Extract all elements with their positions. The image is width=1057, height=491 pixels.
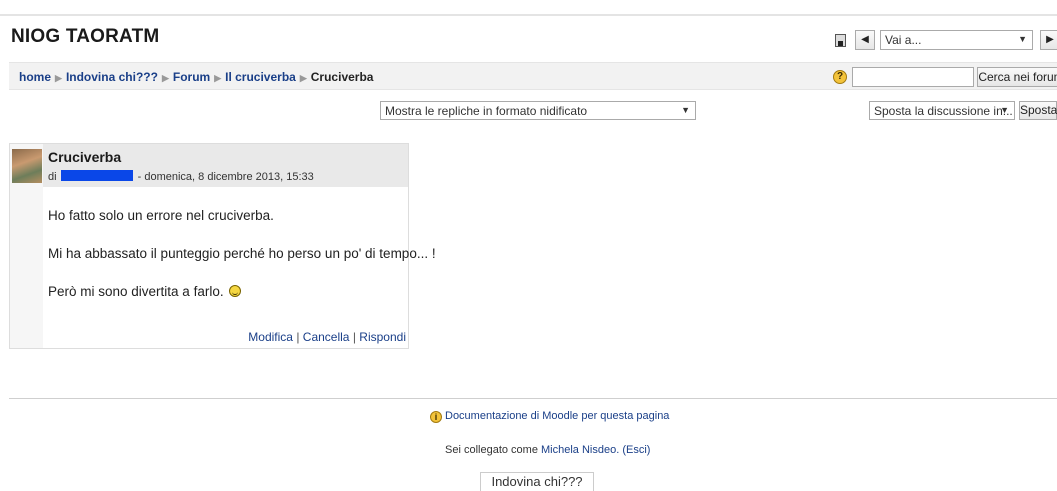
breadcrumb-separator-icon: ▶ bbox=[299, 73, 307, 83]
post-paragraph-text: Però mi sono divertita a farlo. bbox=[48, 284, 224, 299]
chevron-down-icon: ▼ bbox=[681, 105, 690, 115]
logged-in-prefix: Sei collegato come bbox=[445, 444, 538, 456]
action-separator: | bbox=[296, 330, 300, 344]
post-body: Ho fatto solo un errore nel cruciverba. … bbox=[48, 208, 436, 322]
jump-to-select[interactable]: Vai a... ▼ bbox=[880, 30, 1033, 50]
login-info: Sei collegato come Michela Nisdeo. (Esci… bbox=[445, 444, 650, 456]
logout-link[interactable]: (Esci) bbox=[622, 444, 650, 456]
move-discussion-select[interactable]: Sposta la discussione in... ▼ bbox=[869, 101, 1015, 120]
display-mode-select[interactable]: Mostra le repliche in formato nidificato… bbox=[380, 101, 696, 120]
breadcrumb-forum[interactable]: Forum bbox=[173, 70, 210, 84]
post-sidebar bbox=[10, 144, 43, 348]
post-paragraph: Mi ha abbassato il punteggio perché ho p… bbox=[48, 246, 436, 261]
move-discussion-value: Sposta la discussione in... bbox=[874, 104, 1013, 118]
navbar: home ▶ Indovina chi??? ▶ Forum ▶ Il cruciverba… bbox=[9, 62, 1057, 90]
post-meta: di - domenica, 8 dicembre 2013, 15:33 bbox=[48, 170, 314, 183]
reply-link[interactable]: Rispondi bbox=[359, 330, 406, 344]
jump-to-value: Vai a... bbox=[885, 33, 922, 47]
forum-post: Cruciverba di - domenica, 8 dicembre 201… bbox=[9, 143, 436, 349]
forum-search-button[interactable]: Cerca nei forum bbox=[977, 67, 1057, 87]
footer-divider bbox=[9, 398, 1057, 399]
post-header: Cruciverba di - domenica, 8 dicembre 201… bbox=[43, 144, 408, 187]
post-subject: Cruciverba bbox=[48, 149, 122, 165]
info-icon: i bbox=[430, 411, 442, 423]
top-strip bbox=[0, 0, 1057, 16]
breadcrumb-separator-icon: ▶ bbox=[161, 73, 169, 83]
post-actions: Modifica | Cancella | Rispondi bbox=[248, 330, 406, 344]
chevron-down-icon: ▼ bbox=[1000, 105, 1009, 115]
save-icon[interactable] bbox=[835, 34, 846, 47]
post-author-redacted[interactable] bbox=[60, 170, 133, 181]
next-button[interactable]: ▶ bbox=[1040, 30, 1057, 50]
forum-search-input[interactable] bbox=[852, 67, 974, 87]
action-separator: | bbox=[352, 330, 356, 344]
post-paragraph: Ho fatto solo un errore nel cruciverba. bbox=[48, 208, 274, 223]
breadcrumb-separator-icon: ▶ bbox=[55, 73, 62, 83]
display-mode-value: Mostra le repliche in formato nidificato bbox=[385, 104, 588, 118]
moodle-docs-link-text[interactable]: Documentazione di Moodle per questa pagi… bbox=[445, 410, 669, 422]
post-author-prefix: di bbox=[48, 171, 57, 183]
help-icon[interactable]: ? bbox=[833, 70, 847, 84]
breadcrumb-current: Cruciverba bbox=[310, 70, 374, 84]
user-profile-link[interactable]: Michela Nisdeo. bbox=[541, 444, 619, 456]
chevron-down-icon: ▼ bbox=[1018, 34, 1027, 44]
delete-link[interactable]: Cancella bbox=[303, 330, 350, 344]
post-date: - domenica, 8 dicembre 2013, 15:33 bbox=[137, 171, 314, 183]
avatar[interactable] bbox=[12, 149, 42, 183]
previous-button[interactable]: ◀ bbox=[855, 30, 875, 50]
site-title: NIOG TAORATM bbox=[11, 26, 160, 47]
edit-link[interactable]: Modifica bbox=[248, 330, 293, 344]
breadcrumb: home ▶ Indovina chi??? ▶ Forum ▶ Il cruciverba… bbox=[19, 70, 373, 84]
smiley-icon bbox=[229, 285, 242, 297]
post-paragraph-last: Però mi sono divertita a farlo. bbox=[48, 284, 436, 299]
breadcrumb-separator-icon: ▶ bbox=[214, 73, 222, 83]
breadcrumb-forum-name[interactable]: Il cruciverba bbox=[225, 70, 296, 84]
breadcrumb-course[interactable]: Indovina chi??? bbox=[66, 70, 158, 84]
moodle-docs-link[interactable]: i Documentazione di Moodle per questa pag… bbox=[430, 410, 669, 423]
move-button[interactable]: Sposta bbox=[1019, 101, 1057, 120]
course-home-link[interactable]: Indovina chi??? bbox=[480, 472, 594, 491]
breadcrumb-home[interactable]: home bbox=[19, 70, 51, 84]
